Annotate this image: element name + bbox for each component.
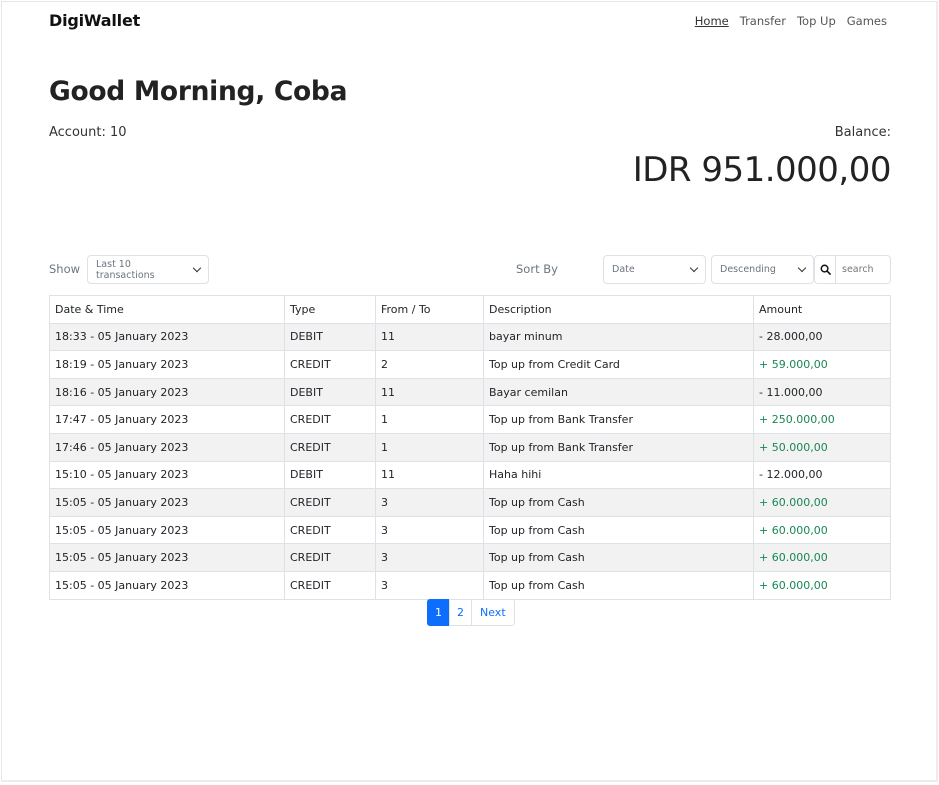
cell-from-to: 3 bbox=[375, 515, 484, 545]
cell-type: DEBIT bbox=[284, 377, 376, 407]
cell-amount: - 12.000,00 bbox=[753, 460, 891, 490]
nav-topup-link[interactable]: Top Up bbox=[797, 14, 836, 28]
cell-from-to: 3 bbox=[375, 488, 484, 517]
cell-type: CREDIT bbox=[284, 488, 376, 517]
cell-amount: + 59.000,00 bbox=[753, 350, 891, 379]
cell-amount: + 60.000,00 bbox=[753, 488, 891, 517]
cell-from-to: 11 bbox=[375, 377, 484, 407]
cell-amount: + 60.000,00 bbox=[753, 570, 891, 600]
sort-order-select[interactable]: Descending bbox=[711, 255, 814, 284]
cell-description: Top up from Bank Transfer bbox=[483, 432, 754, 462]
cell-type: CREDIT bbox=[284, 405, 376, 434]
sort-by-label: Sort By bbox=[516, 262, 558, 276]
cell-datetime: 18:19 - 05 January 2023 bbox=[49, 350, 285, 379]
cell-from-to: 11 bbox=[375, 322, 484, 352]
column-header-description[interactable]: Description bbox=[483, 295, 754, 324]
cell-type: CREDIT bbox=[284, 432, 376, 462]
show-label: Show bbox=[49, 262, 81, 276]
cell-amount: - 28.000,00 bbox=[753, 322, 891, 352]
cell-amount: + 60.000,00 bbox=[753, 515, 891, 545]
table-row: 17:47 - 05 January 2023 CREDIT 1 Top up fro… bbox=[49, 405, 891, 434]
search-box bbox=[814, 255, 891, 284]
cell-type: DEBIT bbox=[284, 460, 376, 490]
sort-field-select[interactable]: Date bbox=[603, 255, 706, 284]
nav-home-link[interactable]: Home bbox=[695, 14, 729, 28]
cell-datetime: 15:05 - 05 January 2023 bbox=[49, 515, 285, 545]
top-nav: Home Transfer Top Up Games bbox=[695, 14, 887, 28]
cell-from-to: 2 bbox=[375, 350, 484, 379]
balance-label: Balance: bbox=[834, 125, 891, 140]
table-row: 18:19 - 05 January 2023 CREDIT 2 Top up fro… bbox=[49, 350, 891, 379]
table-row: 18:16 - 05 January 2023 DEBIT 11 Bayar cemi… bbox=[49, 377, 891, 407]
cell-datetime: 18:33 - 05 January 2023 bbox=[49, 322, 285, 352]
cell-amount: + 50.000,00 bbox=[753, 432, 891, 462]
cell-amount: - 11.000,00 bbox=[753, 377, 891, 407]
table-header-row: Date & Time Type From / To Description A… bbox=[49, 295, 891, 324]
cell-description: Top up from Cash bbox=[483, 515, 754, 545]
cell-description: Haha hihi bbox=[483, 460, 754, 490]
cell-description: Top up from Credit Card bbox=[483, 350, 754, 379]
chevron-down-icon bbox=[797, 263, 807, 273]
column-header-amount[interactable]: Amount bbox=[753, 295, 891, 324]
cell-from-to: 3 bbox=[375, 543, 484, 572]
sort-field-value: Date bbox=[612, 264, 635, 275]
next-page-button[interactable]: Next bbox=[471, 599, 515, 626]
cell-description: Top up from Bank Transfer bbox=[483, 405, 754, 434]
cell-from-to: 1 bbox=[375, 405, 484, 434]
cell-description: Bayar cemilan bbox=[483, 377, 754, 407]
cell-description: Top up from Cash bbox=[483, 488, 754, 517]
cell-description: Top up from Cash bbox=[483, 570, 754, 600]
chevron-down-icon bbox=[192, 263, 202, 273]
cell-type: CREDIT bbox=[284, 570, 376, 600]
table-row: 17:46 - 05 January 2023 CREDIT 1 Top up fro… bbox=[49, 432, 891, 462]
table-row: 15:05 - 05 January 2023 CREDIT 3 Top up fro… bbox=[49, 543, 891, 572]
cell-datetime: 15:05 - 05 January 2023 bbox=[49, 543, 285, 572]
cell-amount: + 250.000,00 bbox=[753, 405, 891, 434]
cell-datetime: 17:47 - 05 January 2023 bbox=[49, 405, 285, 434]
table-row: 15:10 - 05 January 2023 DEBIT 11 Haha hihi -… bbox=[49, 460, 891, 490]
table-row: 15:05 - 05 January 2023 CREDIT 3 Top up fro… bbox=[49, 488, 891, 517]
cell-from-to: 3 bbox=[375, 570, 484, 600]
cell-type: CREDIT bbox=[284, 515, 376, 545]
cell-datetime: 15:05 - 05 January 2023 bbox=[49, 488, 285, 517]
cell-datetime: 18:16 - 05 January 2023 bbox=[49, 377, 285, 407]
cell-description: Top up from Cash bbox=[483, 543, 754, 572]
cell-type: CREDIT bbox=[284, 543, 376, 572]
cell-datetime: 15:10 - 05 January 2023 bbox=[49, 460, 285, 490]
show-count-select[interactable]: Last 10 transactions bbox=[87, 255, 209, 284]
cell-description: bayar minum bbox=[483, 322, 754, 352]
greeting-title: Good Morning, Coba bbox=[49, 76, 348, 107]
cell-datetime: 15:05 - 05 January 2023 bbox=[49, 570, 285, 600]
column-header-from-to[interactable]: From / To bbox=[375, 295, 484, 324]
chevron-down-icon bbox=[689, 263, 699, 273]
cell-from-to: 1 bbox=[375, 432, 484, 462]
search-input[interactable] bbox=[836, 264, 890, 275]
nav-games-link[interactable]: Games bbox=[847, 14, 887, 28]
account-number: Account: 10 bbox=[49, 125, 127, 140]
page-2-button[interactable]: 2 bbox=[449, 599, 472, 626]
cell-from-to: 11 bbox=[375, 460, 484, 490]
cell-type: DEBIT bbox=[284, 322, 376, 352]
nav-transfer-link[interactable]: Transfer bbox=[740, 14, 786, 28]
pagination: 1 2 Next bbox=[427, 599, 515, 626]
sort-order-value: Descending bbox=[720, 264, 776, 275]
table-row: 15:05 - 05 January 2023 CREDIT 3 Top up fro… bbox=[49, 570, 891, 600]
show-count-value: Last 10 transactions bbox=[96, 258, 155, 281]
table-row: 18:33 - 05 January 2023 DEBIT 11 bayar minu… bbox=[49, 322, 891, 352]
table-row: 15:05 - 05 January 2023 CREDIT 3 Top up fro… bbox=[49, 515, 891, 545]
cell-type: CREDIT bbox=[284, 350, 376, 379]
cell-amount: + 60.000,00 bbox=[753, 543, 891, 572]
balance-value: IDR 951.000,00 bbox=[632, 150, 892, 190]
transactions-body: 18:33 - 05 January 2023 DEBIT 11 bayar minu… bbox=[49, 322, 891, 600]
search-icon[interactable] bbox=[815, 256, 836, 283]
column-header-date[interactable]: Date & Time bbox=[49, 295, 285, 324]
cell-datetime: 17:46 - 05 January 2023 bbox=[49, 432, 285, 462]
column-header-type[interactable]: Type bbox=[284, 295, 376, 324]
transactions-table: Date & Time Type From / To Description A… bbox=[49, 295, 891, 600]
brand-logo[interactable]: DigiWallet bbox=[49, 11, 140, 30]
page-1-button[interactable]: 1 bbox=[427, 599, 450, 626]
